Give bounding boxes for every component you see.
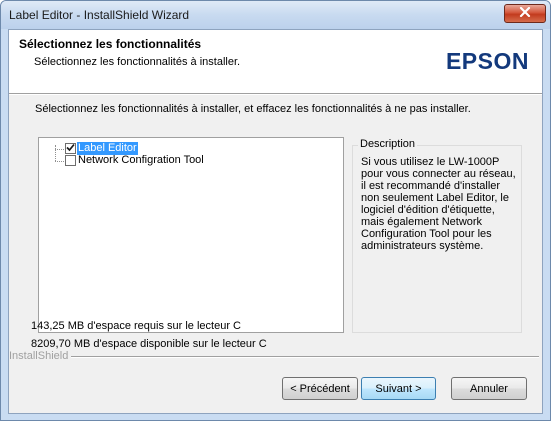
tree-connector — [55, 149, 64, 150]
feature-label-network-tool[interactable]: Network Configration Tool — [77, 154, 205, 167]
feature-checkbox-label-editor[interactable] — [65, 143, 76, 154]
feature-checkbox-network-tool[interactable] — [65, 155, 76, 166]
installshield-separator: InstallShield — [9, 350, 542, 362]
close-icon — [519, 6, 531, 20]
checkmark-icon — [66, 143, 75, 155]
close-button[interactable] — [504, 4, 546, 23]
separator-rule-highlight — [69, 357, 539, 358]
installshield-brand: InstallShield — [9, 350, 72, 362]
header-divider-highlight — [9, 94, 542, 95]
page-title: Sélectionnez les fonctionnalités — [19, 37, 202, 51]
cancel-button[interactable]: Annuler — [451, 377, 527, 400]
feature-tree[interactable]: Label Editor Network Configration Tool — [38, 137, 344, 333]
next-button[interactable]: Suivant > — [361, 377, 436, 400]
description-text: Si vous utilisez le LW-1000P pour vous c… — [361, 156, 516, 252]
window-title: Label Editor - InstallShield Wizard — [9, 8, 190, 22]
description-legend: Description — [358, 138, 418, 150]
instructions-text: Sélectionnez les fonctionnalités à insta… — [35, 103, 471, 115]
installer-window: Label Editor - InstallShield Wizard Séle… — [0, 0, 551, 421]
tree-connector — [55, 161, 64, 162]
page-subtitle: Sélectionnez les fonctionnalités à insta… — [34, 56, 241, 68]
disk-space-required: 143,25 MB d'espace requis sur le lecteur… — [31, 320, 241, 332]
epson-logo: EPSON — [445, 48, 529, 74]
disk-space-available: 8209,70 MB d'espace disponible sur le le… — [31, 338, 267, 350]
tree-connector — [55, 145, 56, 161]
back-button[interactable]: < Précédent — [282, 377, 358, 400]
wizard-client-area: Sélectionnez les fonctionnalités Sélecti… — [8, 29, 543, 414]
title-bar[interactable]: Label Editor - InstallShield Wizard — [1, 1, 550, 29]
wizard-header: Sélectionnez les fonctionnalités Sélecti… — [9, 30, 542, 93]
